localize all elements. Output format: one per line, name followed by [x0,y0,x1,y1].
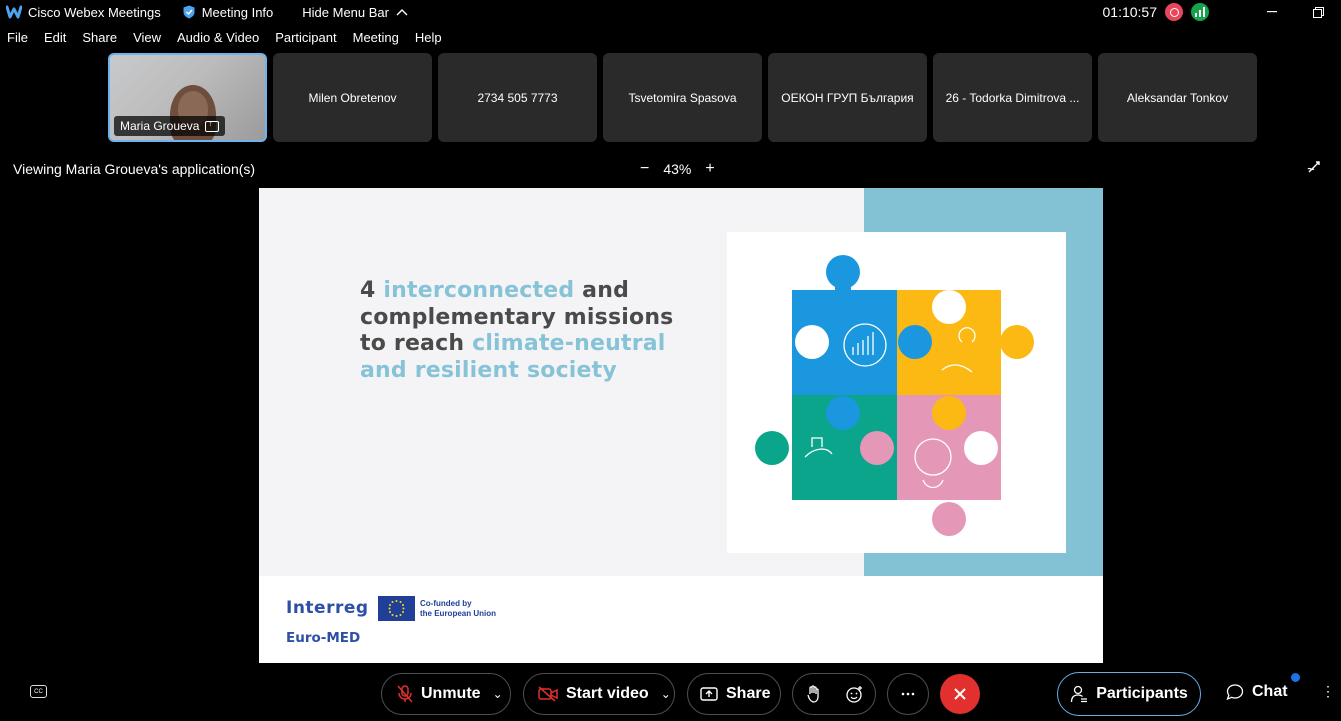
chevron-down-icon[interactable]: ⌄ [493,687,503,701]
unmute-label: Unmute [421,685,481,702]
menu-help[interactable]: Help [415,30,442,50]
meeting-timer: 01:10:57 [1102,4,1158,20]
headline-text: to reach [360,331,473,356]
headline-highlight: interconnected [383,278,575,303]
chat-bubble-icon [1226,684,1244,701]
video-strip: Maria Groueva Milen Obretenov 2734 505 7… [108,53,1257,142]
zoom-out-button[interactable]: − [640,160,649,178]
eu-text-line: the European Union [420,609,496,618]
video-tile[interactable]: 26 - Todorka Dimitrova ... [933,53,1092,142]
menu-meeting[interactable]: Meeting [353,30,399,50]
zoom-control: − 43% + [640,160,715,178]
annotate-icon [1307,161,1320,173]
participant-name: Aleksandar Tonkov [1126,90,1229,105]
participant-name: Tsvetomira Spasova [628,90,737,105]
reactions-button[interactable] [834,685,875,703]
title-bar: Cisco Webex Meetings Meeting Info Hide M… [0,0,1341,24]
chevron-down-icon[interactable]: ⌄ [661,687,671,701]
participant-name: Maria Groueva [120,119,200,133]
share-label: Share [726,685,771,702]
video-tile-active-speaker[interactable]: Maria Groueva [108,53,267,142]
raise-hand-button[interactable] [793,685,834,703]
restore-button[interactable] [1295,0,1341,24]
eu-text-line: Co-funded by [420,599,472,608]
headline-text: and [574,278,630,303]
menu-share[interactable]: Share [82,30,117,50]
menu-file[interactable]: File [7,30,28,50]
app-title: Cisco Webex Meetings [6,5,161,20]
hand-icon [806,685,819,703]
chat-label: Chat [1252,683,1288,700]
meeting-info-label: Meeting Info [201,4,274,20]
puzzle-illustration [755,255,1034,536]
shared-slide: 4 interconnected and complementary missi… [259,188,1103,663]
network-stats-icon[interactable] [1191,3,1209,21]
share-screen-icon [700,686,718,702]
zoom-level: 43% [663,161,692,177]
chat-notification-dot [1291,673,1300,682]
start-video-button[interactable]: Start video ⌄ [523,673,675,715]
more-icon [901,692,915,696]
menu-audio-video[interactable]: Audio & Video [177,30,259,50]
participant-name: Milen Obretenov [308,90,397,105]
participant-name: ОЕКОН ГРУП България [781,90,914,105]
euromed-logo: Euro-MED [286,630,361,646]
restore-icon [1312,6,1324,18]
headline-text: complementary missions [360,304,674,330]
video-tile[interactable]: Milen Obretenov [273,53,432,142]
participants-button[interactable]: Participants [1057,672,1201,716]
menu-view[interactable]: View [133,30,161,50]
more-options-button[interactable] [887,673,929,715]
hide-menu-bar-label: Hide Menu Bar [302,4,389,20]
interreg-logo: Interreg [286,598,369,618]
sharing-icon [205,118,220,132]
puzzle-card [727,232,1066,553]
more-icon: ⋮ [1321,683,1335,699]
video-tile[interactable]: ОЕКОН ГРУП България [768,53,927,142]
menu-bar: File Edit Share View Audio & Video Parti… [0,30,451,50]
recording-icon[interactable] [1165,3,1183,21]
leave-meeting-button[interactable] [940,674,980,714]
headline-highlight: climate-neutral [472,331,666,356]
microphone-muted-icon [397,685,413,703]
panel-options-button[interactable]: ⋮ [1321,683,1335,700]
menu-participant[interactable]: Participant [275,30,336,50]
headline-text: 4 [360,278,384,303]
start-video-label: Start video [566,685,649,702]
eu-cofunded-label: Co-funded by the European Union [420,599,496,619]
video-tile[interactable]: Aleksandar Tonkov [1098,53,1257,142]
close-icon [954,688,966,700]
headline-highlight: and resilient society [360,357,617,383]
minimize-icon [1267,11,1277,13]
unmute-button[interactable]: Unmute ⌄ [381,673,511,715]
smiley-icon [845,686,862,703]
participant-name: 2734 505 7773 [477,90,558,105]
share-button[interactable]: Share [687,673,781,715]
meeting-controls: CC Unmute ⌄ Start video ⌄ Share Particip… [0,671,1341,717]
app-name: Cisco Webex Meetings [28,4,161,20]
minimize-button[interactable] [1249,0,1295,24]
annotate-button[interactable] [1307,160,1321,177]
chevron-up-icon [396,9,408,16]
captions-button[interactable]: CC [30,685,47,698]
reactions-group [792,673,876,715]
slide-headline: 4 interconnected and complementary missi… [360,278,673,384]
video-tile[interactable]: Tsvetomira Spasova [603,53,762,142]
eu-flag-icon [378,596,415,621]
name-tag: Maria Groueva [114,116,226,136]
participants-label: Participants [1096,685,1188,702]
menu-edit[interactable]: Edit [44,30,66,50]
zoom-in-button[interactable]: + [705,160,714,178]
shield-icon [183,5,195,19]
hide-menu-bar-button[interactable]: Hide Menu Bar [302,5,408,20]
video-off-icon [538,686,558,702]
chat-button[interactable]: Chat [1226,683,1288,701]
viewing-label: Viewing Maria Groueva's application(s) [13,161,256,177]
participant-name: 26 - Todorka Dimitrova ... [945,90,1080,105]
video-tile[interactable]: 2734 505 7773 [438,53,597,142]
webex-logo-icon [6,5,22,19]
meeting-info-button[interactable]: Meeting Info [183,4,274,20]
cc-icon: CC [34,688,43,695]
person-icon [1071,685,1088,703]
